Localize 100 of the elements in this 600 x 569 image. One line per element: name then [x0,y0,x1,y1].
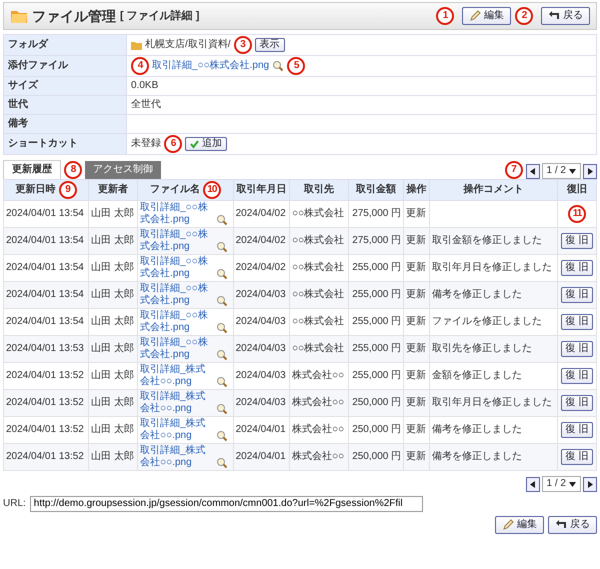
column-header: 復旧 [567,184,588,196]
field-label: フォルダ [4,34,126,56]
tab[interactable]: 更新履歴 [3,160,61,179]
table-cell: ファイルを修正しました [429,308,558,336]
add-button[interactable]: 追加 [185,137,227,151]
column-header: 取引年月日 [236,184,286,196]
table-cell: 更新 [404,308,430,336]
callout-number: 6 [164,135,182,153]
table-cell: 2024/04/02 [233,228,290,254]
table-cell: 更新 [404,362,430,390]
table-cell: 更新 [404,336,430,362]
restore-button[interactable]: 復 旧 [560,341,594,357]
table-cell: 2024/04/01 [233,444,290,470]
callout-number: 7 [504,161,523,179]
table-cell: 山田 太郎 [88,282,138,308]
table-cell: 2024/04/01 13:54 [4,200,89,228]
magnifier-icon[interactable] [216,241,228,253]
table-cell: 2024/04/03 [233,390,290,416]
folder-icon [131,40,142,50]
table-cell: 250,000 円 [348,444,404,470]
table-cell: 255,000 円 [348,308,404,336]
dropdown-caret-icon [569,168,576,174]
table-cell: 株式会社○○ [290,390,348,416]
table-cell: 山田 太郎 [88,308,138,336]
restore-button[interactable]: 復 旧 [560,449,594,465]
restore-button[interactable]: 復 旧 [560,287,594,303]
page-title: ファイル管理 [32,8,116,24]
right-triangle-icon [587,168,593,174]
field-label: ショートカット [4,134,126,154]
restore-button[interactable]: 復 旧 [560,260,594,276]
table-cell: 275,000 円 [348,228,404,254]
back-button[interactable]: 戻る [548,516,597,534]
page-select[interactable]: 1 / 2 [542,163,581,179]
column-header: 操作 [406,184,426,196]
table-cell: 更新 [404,254,430,282]
field-value: 全世代 [131,99,161,111]
field-label: サイズ [4,76,126,96]
left-triangle-icon [530,480,536,488]
table-cell: 山田 太郎 [88,362,138,390]
file-link[interactable]: 取引詳細_○○株式会社.png [152,60,270,72]
table-cell: 255,000 円 [348,336,404,362]
previous-page-button[interactable] [526,164,540,178]
magnifier-icon[interactable] [216,457,228,469]
page-select[interactable]: 1 / 2 [542,476,581,492]
magnifier-icon[interactable] [216,268,228,280]
magnifier-icon[interactable] [216,295,228,307]
field-label: 世代 [4,96,126,114]
table-cell: 2024/04/03 [233,362,290,390]
table-cell: 255,000 円 [348,362,404,390]
table-cell: 255,000 円 [348,282,404,308]
table-cell: 2024/04/02 [233,254,290,282]
magnifier-icon[interactable] [216,430,228,442]
magnifier-icon[interactable] [216,214,228,226]
next-page-button[interactable] [583,476,597,492]
table-cell: ○○株式会社 [290,336,348,362]
back-button[interactable]: 戻る [541,7,590,25]
restore-button[interactable]: 復 旧 [560,422,594,438]
left-triangle-icon [530,168,536,174]
callout-number: 3 [234,36,252,54]
table-cell: ○○株式会社 [290,228,348,254]
table-cell: 山田 太郎 [88,444,138,470]
table-cell: ○○株式会社 [290,200,348,228]
magnifier-icon[interactable] [216,322,228,334]
table-cell: 山田 太郎 [88,200,138,228]
table-cell: 2024/04/03 [233,308,290,336]
edit-button[interactable]: 編集 [462,7,511,25]
table-cell: 取引先を修正しました [429,336,558,362]
table-cell: 2024/04/01 13:52 [4,416,89,444]
table-cell: 備考を修正しました [429,416,558,444]
url-label: URL: [3,498,26,510]
field-label: 添付ファイル [4,56,126,76]
restore-button[interactable]: 復 旧 [560,233,594,249]
restore-button[interactable]: 復 旧 [560,395,594,411]
table-cell: 更新 [404,390,430,416]
column-header: 更新者 [98,184,128,196]
table-cell: 山田 太郎 [88,228,138,254]
magnifier-icon[interactable] [272,60,284,72]
next-page-button[interactable] [583,164,597,178]
restore-button[interactable]: 復 旧 [560,314,594,330]
field-value: 未登録 [131,138,161,150]
edit-button[interactable]: 編集 [495,516,544,534]
table-cell: 金額を修正しました [429,362,558,390]
tab[interactable]: アクセス制御 [85,161,161,179]
column-header: 取引先 [304,184,334,196]
table-cell: 275,000 円 [348,200,404,228]
magnifier-icon[interactable] [216,376,228,388]
show-button[interactable]: 表示 [254,38,285,52]
table-cell: 山田 太郎 [88,390,138,416]
back-arrow-icon [555,519,567,531]
callout-number: 10 [202,181,221,199]
column-header: 操作コメント [463,184,524,196]
magnifier-icon[interactable] [216,403,228,415]
table-cell: 2024/04/01 13:52 [4,390,89,416]
magnifier-icon[interactable] [216,349,228,361]
field-label: 備考 [4,114,126,134]
restore-button[interactable]: 復 旧 [560,368,594,384]
dropdown-caret-icon [569,482,576,486]
previous-page-button[interactable] [526,476,540,492]
url-field[interactable]: http://demo.groupsession.jp/gsession/common/cmn001.do?url=%2Fgsession%2Ffil [30,496,423,512]
pencil-icon [469,10,481,22]
